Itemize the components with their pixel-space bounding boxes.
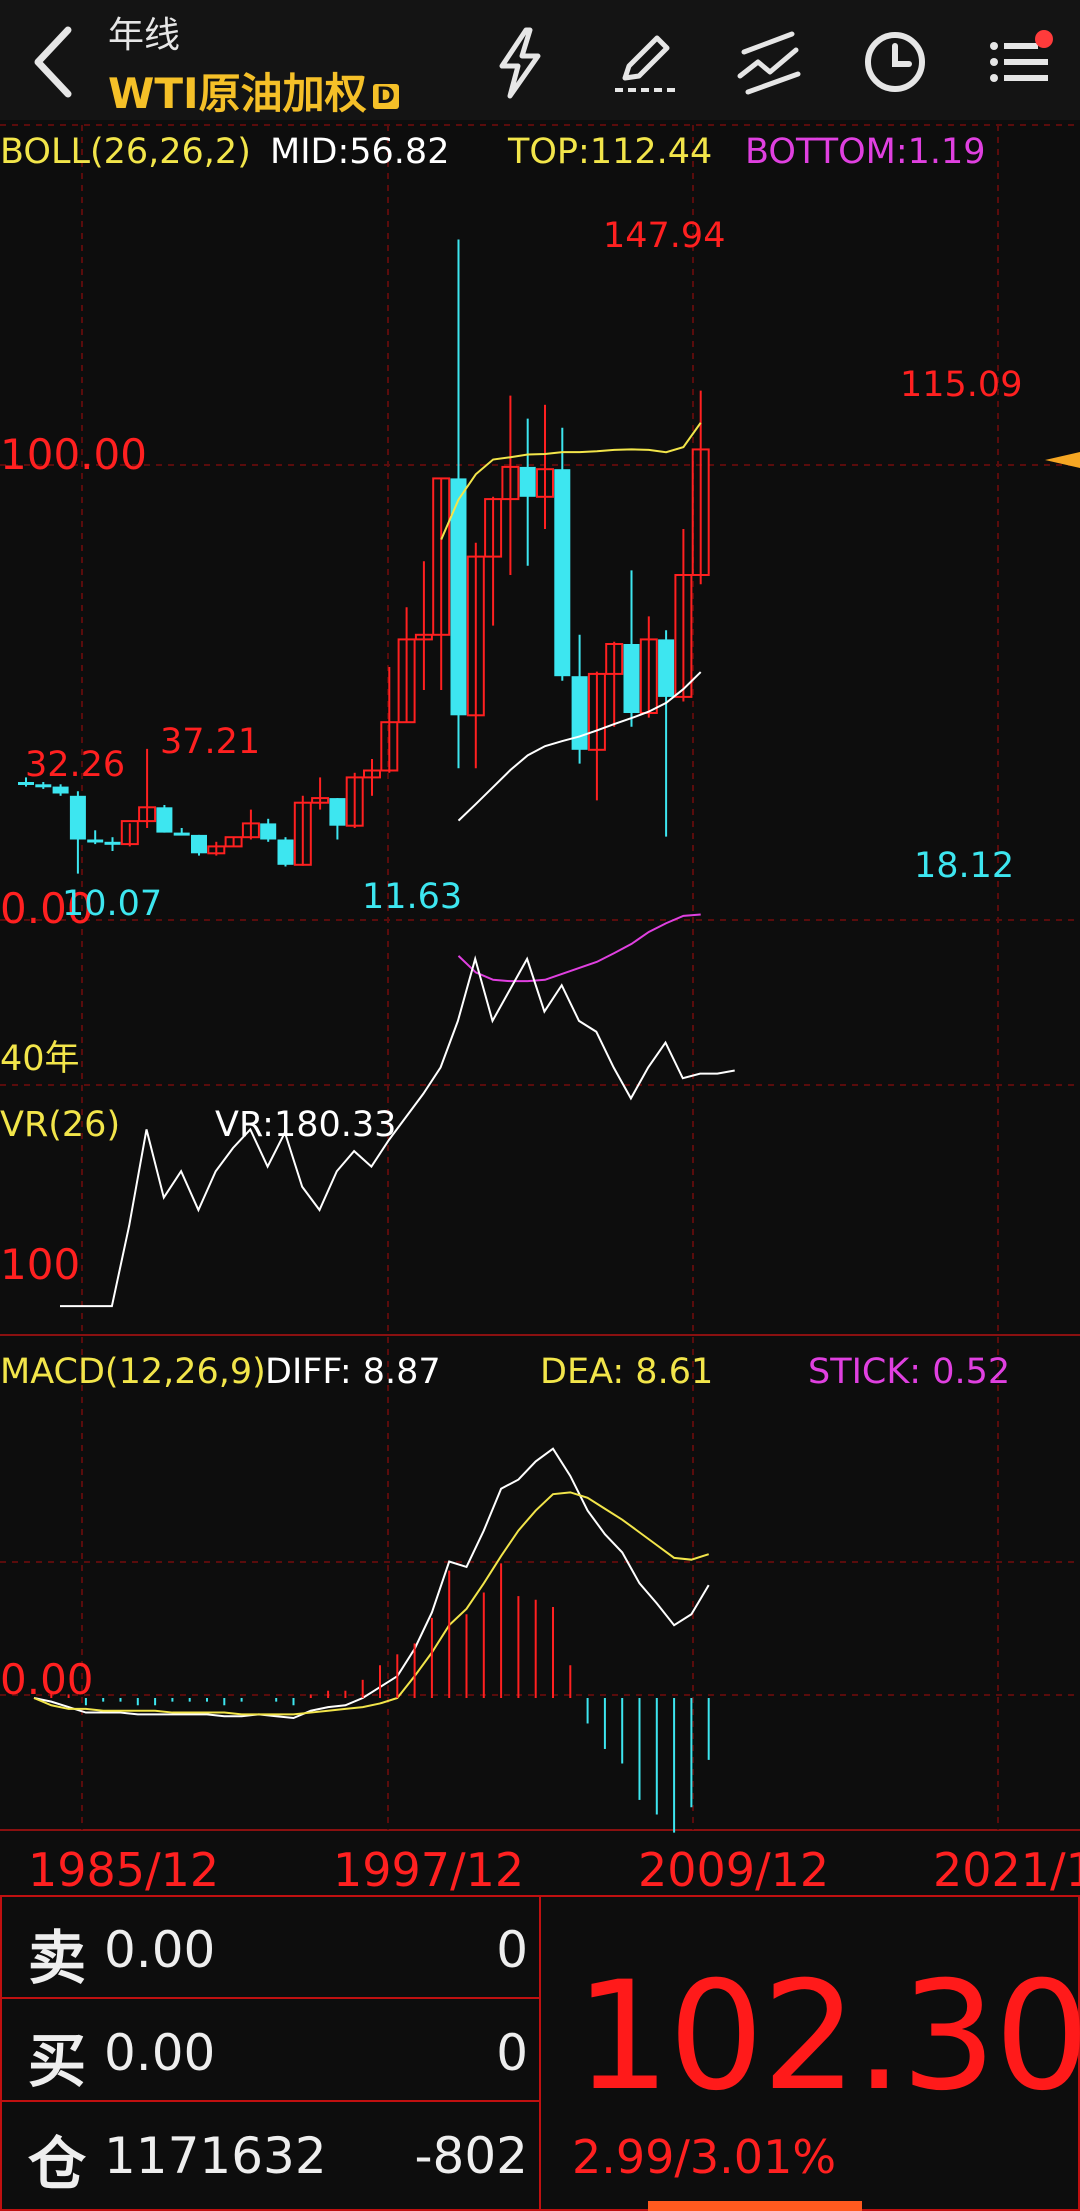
boll-top-line [440, 422, 702, 540]
macd-stick: STICK: 0.52 [808, 1352, 1011, 1392]
annot-1992: 37.21 [160, 722, 261, 762]
vr-axis-100: 100 [0, 1240, 81, 1289]
span-label: 40年 [0, 1039, 80, 1079]
boll-bottom-line [457, 913, 701, 983]
sell-volume: 0 [496, 1921, 528, 1979]
kline-chart[interactable] [0, 0, 1080, 1895]
annot-low-1998: 11.63 [362, 877, 463, 917]
macd-label: MACD(12,26,9) [0, 1352, 266, 1392]
candle-body-down [173, 832, 190, 836]
annot-low-1986: 10.07 [62, 884, 163, 924]
candle-body-down [87, 839, 104, 843]
candle-body-down [623, 644, 640, 713]
sell-price: 0.00 [104, 1921, 216, 1979]
annot-high-2022: 115.09 [900, 365, 1023, 405]
candle-body-down [277, 839, 294, 865]
vr-value: VR:180.33 [215, 1105, 397, 1145]
candle-body-down [69, 795, 86, 840]
buy-volume: 0 [496, 2024, 528, 2082]
vr-label: VR(26) [0, 1105, 121, 1145]
boll-top: TOP:112.44 [508, 132, 713, 172]
oi-change: -802 [414, 2127, 528, 2185]
price-change: 2.99/3.01% [572, 2130, 837, 2184]
candle-body-down [191, 834, 207, 854]
last-price: 102.30 [575, 1950, 1080, 2124]
boll-label: BOLL(26,26,2) [0, 132, 251, 172]
x-label-3: 2009/12 [638, 1843, 830, 1897]
candle-body-down [658, 639, 675, 697]
annot-high-2008: 147.94 [603, 216, 726, 256]
indicator-lines [33, 422, 735, 1720]
price-axis-100: 100.00 [0, 430, 147, 479]
vr-line [60, 955, 735, 1308]
oi-label: 仓 [28, 2130, 87, 2198]
candle-body-down [52, 786, 69, 794]
open-interest-row[interactable]: 仓 1171632 -802 [0, 2103, 540, 2203]
x-label-4: 2021/1 [933, 1843, 1080, 1897]
candles-layer [18, 239, 1080, 874]
annot-1990: 32.26 [25, 745, 126, 785]
macd-axis-zero: 0.00 [0, 1655, 94, 1704]
open-interest: 1171632 [104, 2127, 327, 2185]
current-price-marker [1045, 452, 1080, 468]
candle-body-down [104, 841, 121, 845]
x-label-1: 1985/12 [28, 1843, 220, 1897]
macd-bars [50, 1563, 710, 1833]
candle-body-down [260, 823, 277, 840]
annot-low-2020: 18.12 [914, 846, 1015, 886]
x-label-2: 1997/12 [333, 1843, 525, 1897]
buy-label: 买 [28, 2027, 87, 2095]
macd-dea: DEA: 8.61 [540, 1352, 714, 1392]
macd-diff: DIFF: 8.87 [265, 1352, 441, 1392]
buy-price: 0.00 [104, 2024, 216, 2082]
candle-body-down [519, 466, 536, 497]
candle-body-down [554, 469, 571, 677]
macd-diff-line [33, 1447, 710, 1720]
boll-mid: MID:56.82 [270, 132, 450, 172]
sell-row[interactable]: 卖 0.00 0 [0, 1897, 540, 1997]
boll-bottom: BOTTOM:1.19 [745, 132, 986, 172]
sell-label: 卖 [28, 1924, 87, 1992]
candle-body-down [329, 798, 346, 826]
buy-row[interactable]: 买 0.00 0 [0, 2000, 540, 2100]
candle-body-down [156, 807, 173, 833]
macd-dea-line [33, 1491, 710, 1716]
